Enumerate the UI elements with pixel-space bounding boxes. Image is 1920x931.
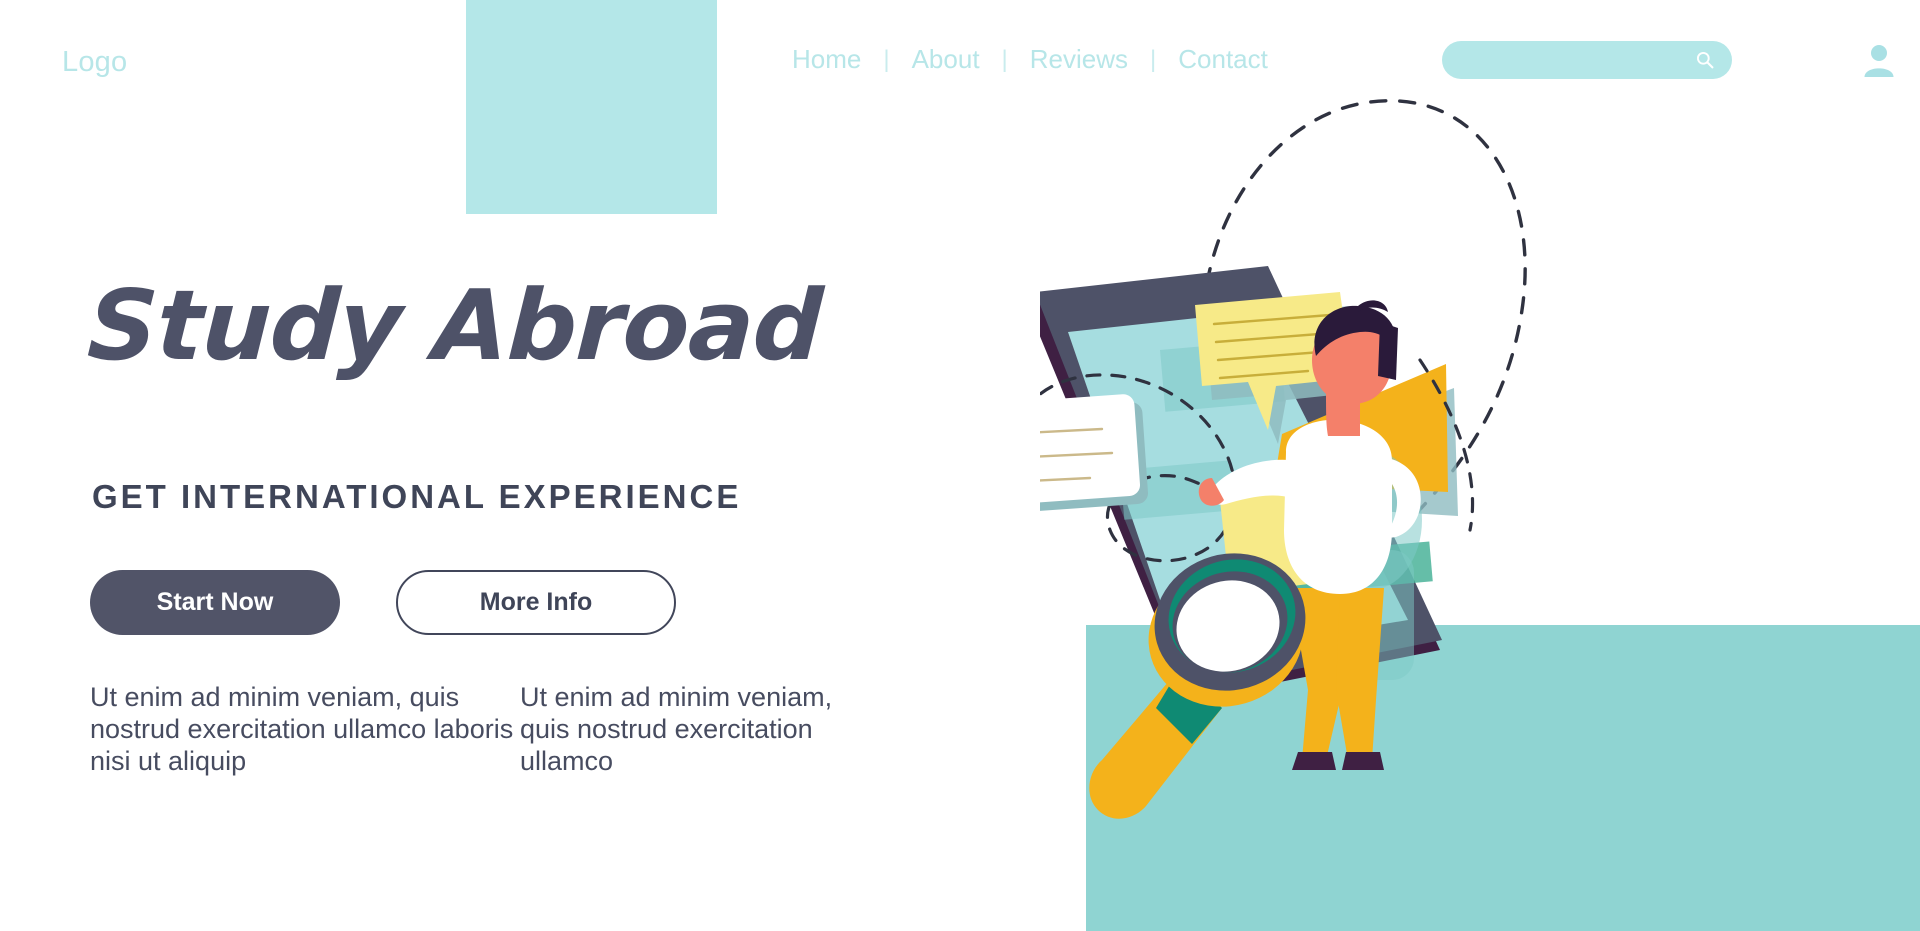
- search-icon[interactable]: [1696, 51, 1714, 69]
- start-now-button[interactable]: Start Now: [90, 570, 340, 635]
- hero-section: Study Abroad GET INTERNATIONAL EXPERIENC…: [0, 0, 960, 931]
- page-subtitle: GET INTERNATIONAL EXPERIENCE: [92, 478, 742, 515]
- hero-paragraph-left: Ut enim ad minim veniam, quis nostrud ex…: [90, 682, 514, 776]
- site-header: Logo Home | About | Reviews | Contact: [0, 0, 1920, 106]
- leg-right: [1336, 588, 1384, 760]
- nav-item-contact[interactable]: Contact: [1156, 44, 1290, 75]
- study-abroad-illustration: [1040, 60, 1920, 931]
- nav-item-reviews[interactable]: Reviews: [1008, 44, 1150, 75]
- hero-paragraph-columns: Ut enim ad minim veniam, quis nostrud ex…: [90, 682, 860, 778]
- note-card-white: [1040, 394, 1149, 514]
- landing-page: Logo Home | About | Reviews | Contact St…: [0, 0, 1920, 931]
- shoe-left: [1292, 752, 1336, 770]
- shoe-right: [1342, 752, 1384, 770]
- main-navigation: Home | About | Reviews | Contact: [770, 44, 1290, 75]
- hero-paragraph-right: Ut enim ad minim veniam, quis nostrud ex…: [520, 682, 833, 776]
- search-input[interactable]: [1458, 41, 1678, 79]
- nav-item-about[interactable]: About: [890, 44, 1002, 75]
- more-info-button[interactable]: More Info: [396, 570, 676, 635]
- nav-item-home[interactable]: Home: [770, 44, 883, 75]
- page-title: Study Abroad: [85, 269, 825, 382]
- search-bar[interactable]: [1442, 41, 1732, 79]
- logo[interactable]: Logo: [62, 46, 127, 79]
- user-icon[interactable]: [1862, 42, 1896, 78]
- cta-button-group: Start Now More Info: [90, 570, 676, 635]
- sweater: [1284, 419, 1392, 594]
